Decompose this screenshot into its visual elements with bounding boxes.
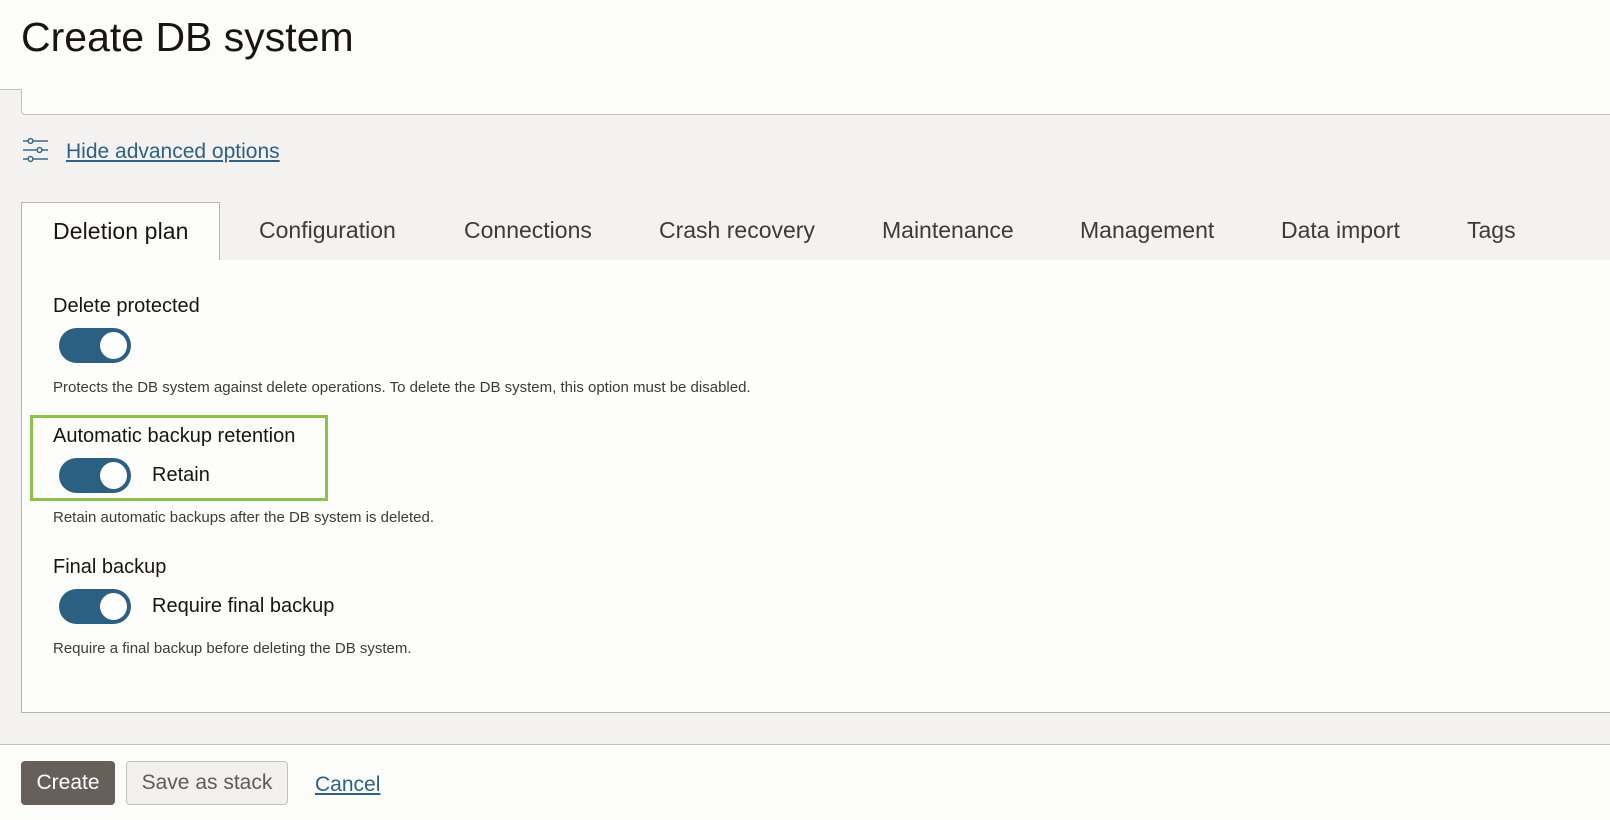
final-backup-toggle[interactable] bbox=[59, 589, 131, 624]
tab-connections[interactable]: Connections bbox=[464, 202, 592, 261]
require-final-backup-label: Require final backup bbox=[152, 595, 335, 617]
footer-bar: Create Save as stack Cancel bbox=[0, 744, 1610, 820]
tab-tags[interactable]: Tags bbox=[1467, 202, 1516, 261]
final-backup-help: Require a final backup before deleting t… bbox=[53, 640, 412, 657]
cancel-link[interactable]: Cancel bbox=[315, 773, 380, 797]
backup-retention-help: Retain automatic backups after the DB sy… bbox=[53, 509, 435, 526]
create-button[interactable]: Create bbox=[21, 761, 115, 805]
tab-data-import[interactable]: Data import bbox=[1281, 202, 1400, 261]
tab-crash-recovery[interactable]: Crash recovery bbox=[659, 202, 815, 261]
save-as-stack-button[interactable]: Save as stack bbox=[126, 761, 288, 805]
tab-bar: Deletion plan Configuration Connections … bbox=[21, 202, 1610, 262]
page-header: Create DB system bbox=[0, 0, 1610, 90]
backup-retention-toggle[interactable] bbox=[59, 458, 131, 493]
backup-retention-label: Automatic backup retention bbox=[53, 425, 296, 447]
sliders-icon bbox=[23, 138, 48, 163]
tab-maintenance[interactable]: Maintenance bbox=[882, 202, 1014, 261]
tab-deletion-plan[interactable]: Deletion plan bbox=[21, 202, 220, 262]
delete-protected-toggle[interactable] bbox=[59, 328, 131, 363]
final-backup-label: Final backup bbox=[53, 556, 167, 578]
previous-section-panel bbox=[21, 89, 1610, 115]
advanced-options-toggle[interactable]: Hide advanced options bbox=[22, 138, 280, 165]
deletion-plan-panel: Delete protected Protects the DB system … bbox=[21, 260, 1610, 713]
delete-protected-label: Delete protected bbox=[53, 295, 200, 317]
tab-management[interactable]: Management bbox=[1080, 202, 1214, 261]
hide-advanced-options-link[interactable]: Hide advanced options bbox=[66, 140, 280, 164]
retain-label: Retain bbox=[152, 464, 210, 486]
page-title: Create DB system bbox=[21, 14, 354, 60]
tab-configuration[interactable]: Configuration bbox=[259, 202, 396, 261]
delete-protected-help: Protects the DB system against delete op… bbox=[53, 379, 751, 396]
